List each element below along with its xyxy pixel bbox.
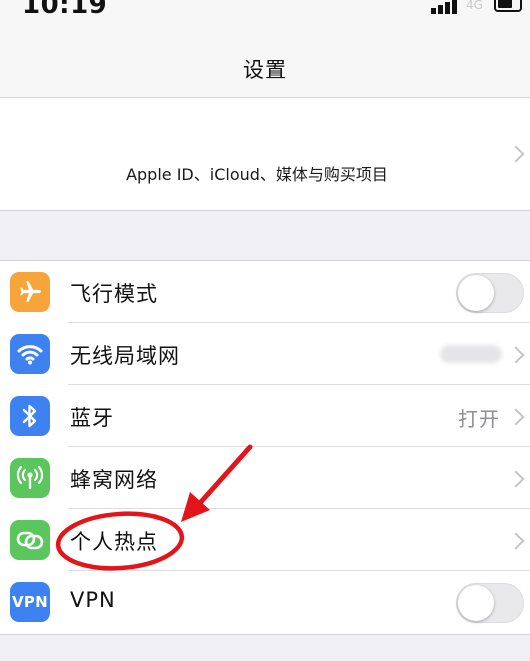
settings-row-label: 蓝牙 <box>70 406 114 430</box>
wifi-network-name-blurred <box>440 345 502 363</box>
settings-row-cellular[interactable]: 蜂窝网络 <box>0 447 530 509</box>
settings-row-hotspot[interactable]: 个人热点 <box>0 509 530 571</box>
cellular-antenna-icon <box>10 458 50 498</box>
hotspot-link-icon <box>10 520 50 560</box>
apple-id-account-row[interactable]: Apple ID、iCloud、媒体与购买项目 <box>0 98 530 211</box>
settings-row-airplane[interactable]: 飞行模式 <box>0 261 530 323</box>
status-bar: 10:19 4G <box>0 0 530 20</box>
status-time: 10:19 <box>22 0 108 20</box>
navigation-bar: 设置 <box>0 20 530 98</box>
chevron-right-icon <box>507 346 525 364</box>
vpn-icon-text: VPN <box>11 593 49 611</box>
apple-id-label: Apple ID、iCloud、媒体与购买项目 <box>126 165 388 184</box>
chevron-right-icon <box>507 532 525 550</box>
settings-row-label: 个人热点 <box>70 530 158 554</box>
battery-icon <box>494 0 522 12</box>
vpn-icon: VPN <box>10 582 50 622</box>
toggle-knob <box>458 275 494 311</box>
settings-list: 飞行模式 无线局域网 蓝牙 打开 蜂窝网络 个人热点 VPN VPN <box>0 260 530 635</box>
network-type-label: 4G <box>466 0 483 12</box>
page-title: 设置 <box>243 58 287 82</box>
settings-row-label: 无线局域网 <box>70 344 180 368</box>
wifi-icon <box>10 334 50 374</box>
airplane-icon <box>10 272 50 312</box>
settings-row-wifi[interactable]: 无线局域网 <box>0 323 530 385</box>
settings-row-label: VPN <box>70 588 116 612</box>
chevron-right-icon <box>507 470 525 488</box>
toggle-knob <box>458 585 494 621</box>
signal-strength-icon <box>431 0 457 14</box>
settings-row-bluetooth[interactable]: 蓝牙 打开 <box>0 385 530 447</box>
bluetooth-status-value: 打开 <box>458 407 500 431</box>
bluetooth-icon <box>10 396 50 436</box>
settings-row-label: 飞行模式 <box>70 282 158 306</box>
chevron-right-icon <box>507 408 525 426</box>
settings-row-vpn[interactable]: VPN VPN <box>0 571 530 633</box>
vpn-toggle[interactable] <box>456 583 524 623</box>
settings-row-label: 蜂窝网络 <box>70 468 158 492</box>
airplane-mode-toggle[interactable] <box>456 273 524 313</box>
chevron-right-icon <box>507 145 525 163</box>
